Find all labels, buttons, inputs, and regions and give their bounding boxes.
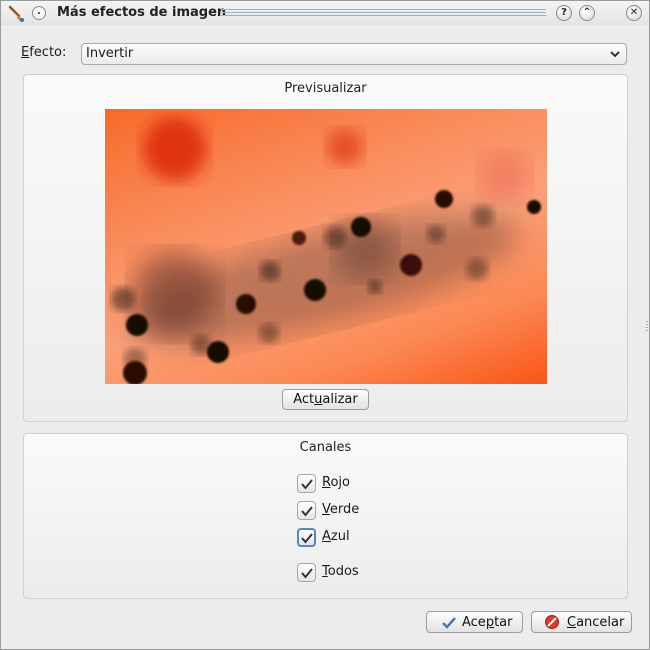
channel-red-label: Rojo bbox=[322, 475, 350, 490]
checkmark-icon bbox=[301, 506, 313, 517]
update-button[interactable]: Actualizar bbox=[282, 389, 369, 410]
channels-title: Canales bbox=[299, 440, 352, 455]
close-icon[interactable]: ✕ bbox=[626, 5, 642, 21]
effect-label: Efecto: bbox=[21, 45, 67, 60]
channel-all-checkbox[interactable] bbox=[297, 563, 316, 582]
channel-red-checkbox[interactable] bbox=[297, 474, 316, 493]
effect-selected-value: Invertir bbox=[86, 46, 134, 61]
window-title: Más efectos de imagen bbox=[57, 5, 227, 20]
checkmark-icon bbox=[442, 617, 456, 629]
checkmark-icon bbox=[301, 479, 313, 490]
shade-icon[interactable]: ⌃ bbox=[579, 5, 595, 21]
title-decoration bbox=[221, 9, 546, 18]
channel-green-label: Verde bbox=[322, 502, 360, 517]
channel-all-label: Todos bbox=[322, 564, 359, 579]
checkmark-icon bbox=[301, 533, 313, 544]
effect-dropdown[interactable]: Invertir bbox=[81, 43, 627, 65]
paintbrush-icon[interactable] bbox=[8, 5, 26, 22]
channel-green-checkbox[interactable] bbox=[297, 501, 316, 520]
channel-blue-label: Azul bbox=[322, 529, 350, 544]
cancel-icon bbox=[545, 615, 559, 629]
window-menu-icon[interactable] bbox=[32, 6, 46, 20]
cancel-button[interactable]: Cancelar bbox=[531, 611, 632, 633]
chevron-down-icon bbox=[610, 51, 620, 58]
accept-button[interactable]: Aceptar bbox=[426, 611, 523, 633]
dialog-window: Más efectos de imagen ? ⌃ ✕ Efecto: Inve… bbox=[0, 0, 650, 650]
title-bar[interactable]: Más efectos de imagen ? ⌃ ✕ bbox=[1, 1, 649, 25]
help-icon[interactable]: ? bbox=[556, 5, 572, 21]
checkmark-icon bbox=[301, 568, 313, 579]
resize-grip[interactable] bbox=[646, 321, 648, 331]
preview-image bbox=[105, 109, 547, 384]
channel-blue-checkbox[interactable] bbox=[297, 528, 316, 547]
preview-title: Previsualizar bbox=[284, 81, 367, 96]
